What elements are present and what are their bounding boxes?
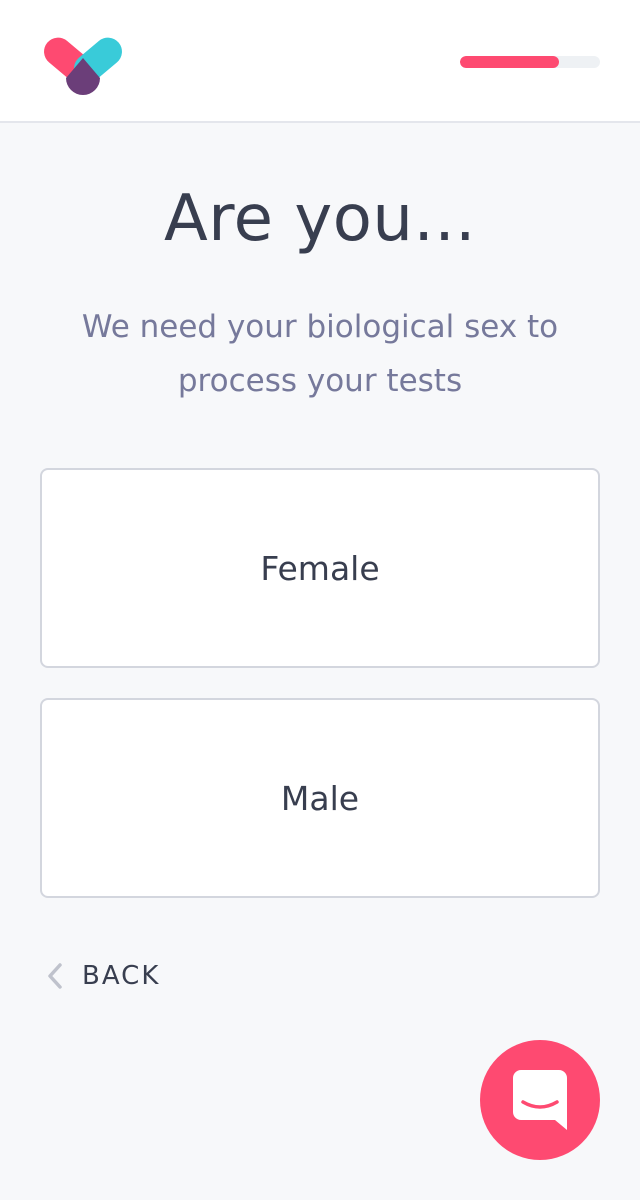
option-female-label: Female — [260, 548, 380, 588]
option-male-button[interactable]: Male — [40, 698, 600, 898]
chat-launcher-button[interactable] — [480, 1040, 600, 1160]
back-button[interactable]: BACK — [44, 956, 160, 996]
chevron-left-icon — [48, 963, 62, 989]
chat-bubble-icon — [513, 1070, 567, 1130]
progress-bar — [460, 56, 600, 68]
page-title: Are you... — [163, 182, 477, 256]
back-label: BACK — [82, 961, 161, 991]
header — [0, 0, 640, 123]
option-male-label: Male — [280, 778, 360, 818]
page-subtitle: We need your biological sex to process y… — [81, 309, 559, 399]
option-female-button[interactable]: Female — [40, 468, 600, 668]
heart-logo-icon[interactable] — [40, 32, 126, 96]
progress-fill — [460, 56, 560, 68]
